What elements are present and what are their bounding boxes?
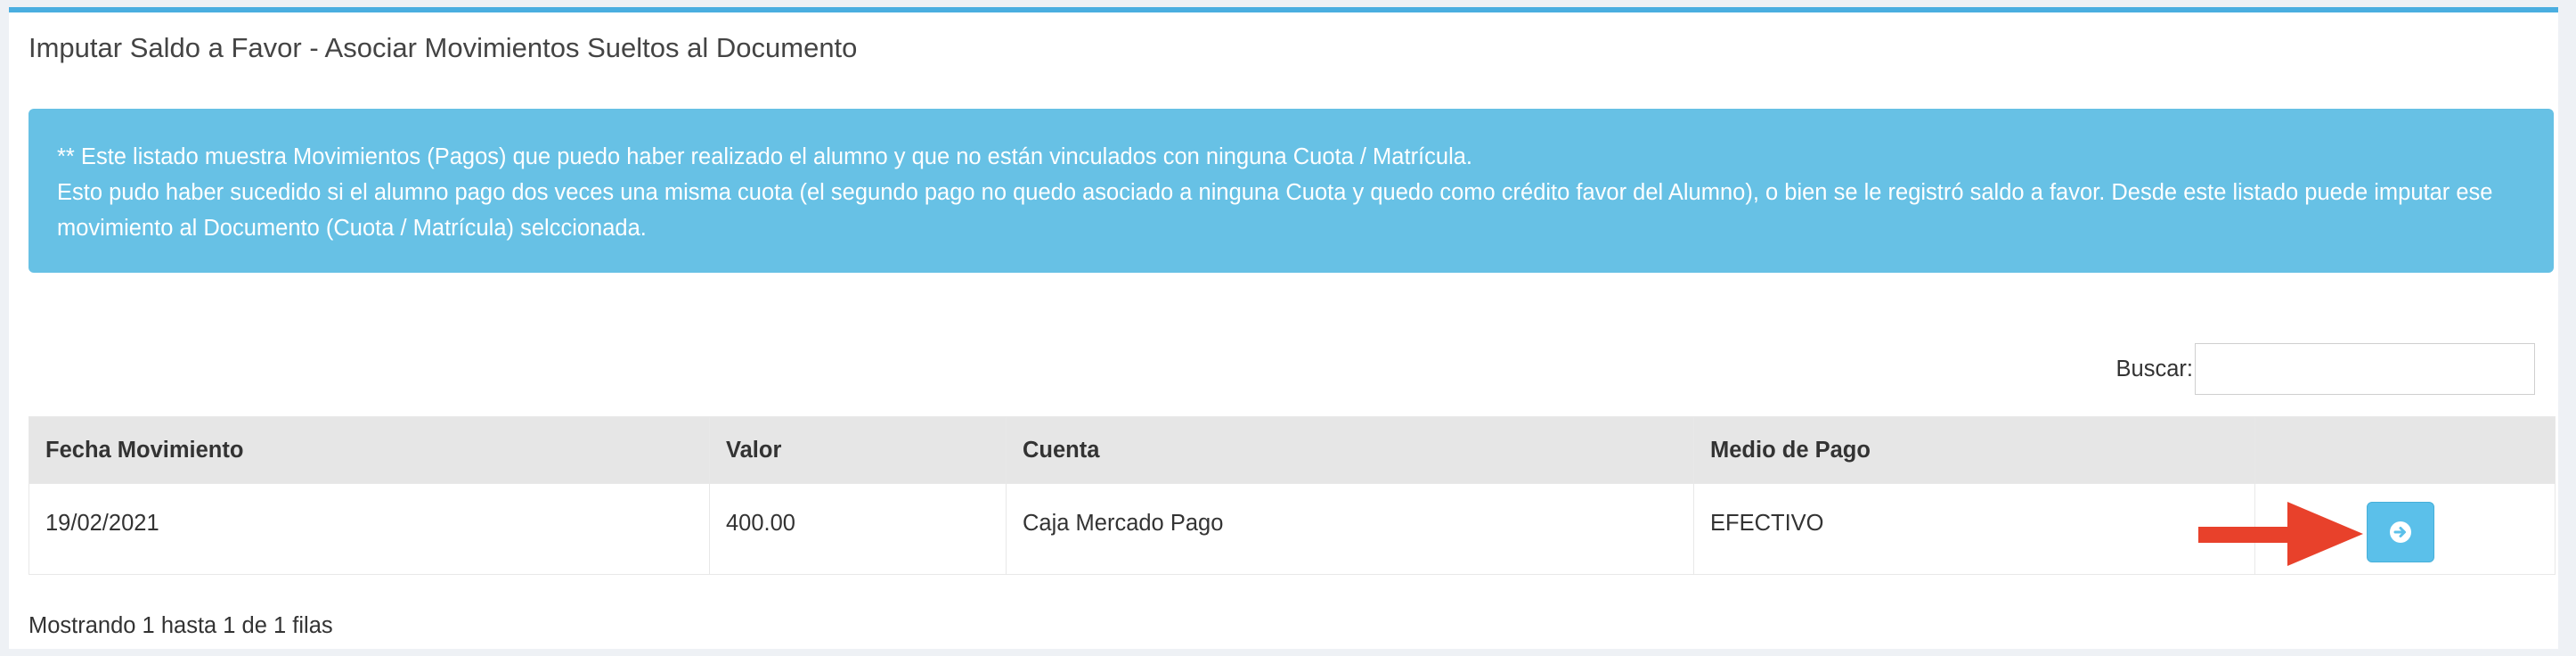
panel-title: Imputar Saldo a Favor - Asociar Movimien… <box>29 32 858 63</box>
table-header-row: Fecha Movimiento Valor Cuenta Medio de P… <box>29 416 2556 484</box>
red-arrow-annotation-icon <box>2198 502 2363 566</box>
search-input[interactable] <box>2195 343 2535 395</box>
table-row: 19/02/2021 400.00 Caja Mercado Pago EFEC… <box>29 483 2556 575</box>
alert-line-1: ** Este listado muestra Movimientos (Pag… <box>57 144 1473 169</box>
header-valor[interactable]: Valor <box>709 416 1007 484</box>
cell-action <box>2198 483 2556 575</box>
cell-valor: 400.00 <box>709 483 1007 575</box>
arrow-circle-right-icon <box>2390 521 2411 543</box>
header-medio-de-pago[interactable]: Medio de Pago <box>1693 416 2255 484</box>
impute-movement-button[interactable] <box>2367 502 2434 562</box>
header-cuenta[interactable]: Cuenta <box>1006 416 1694 484</box>
header-actions <box>2254 416 2556 484</box>
alert-line-2: Esto pudo haber sucedido si el alumno pa… <box>57 180 2493 241</box>
cell-fecha: 19/02/2021 <box>29 483 710 575</box>
movements-table: Fecha Movimiento Valor Cuenta Medio de P… <box>29 416 2556 575</box>
cell-cuenta: Caja Mercado Pago <box>1006 483 1694 575</box>
header-fecha-movimiento[interactable]: Fecha Movimiento <box>29 416 710 484</box>
pagination-info: Mostrando 1 hasta 1 de 1 filas <box>29 613 333 638</box>
search-label: Buscar: <box>2115 356 2193 381</box>
panel: Imputar Saldo a Favor - Asociar Movimien… <box>9 7 2558 649</box>
search-bar: Buscar: <box>2116 343 2535 395</box>
info-alert: ** Este listado muestra Movimientos (Pag… <box>29 109 2554 273</box>
cell-medio: EFECTIVO <box>1693 483 2255 575</box>
